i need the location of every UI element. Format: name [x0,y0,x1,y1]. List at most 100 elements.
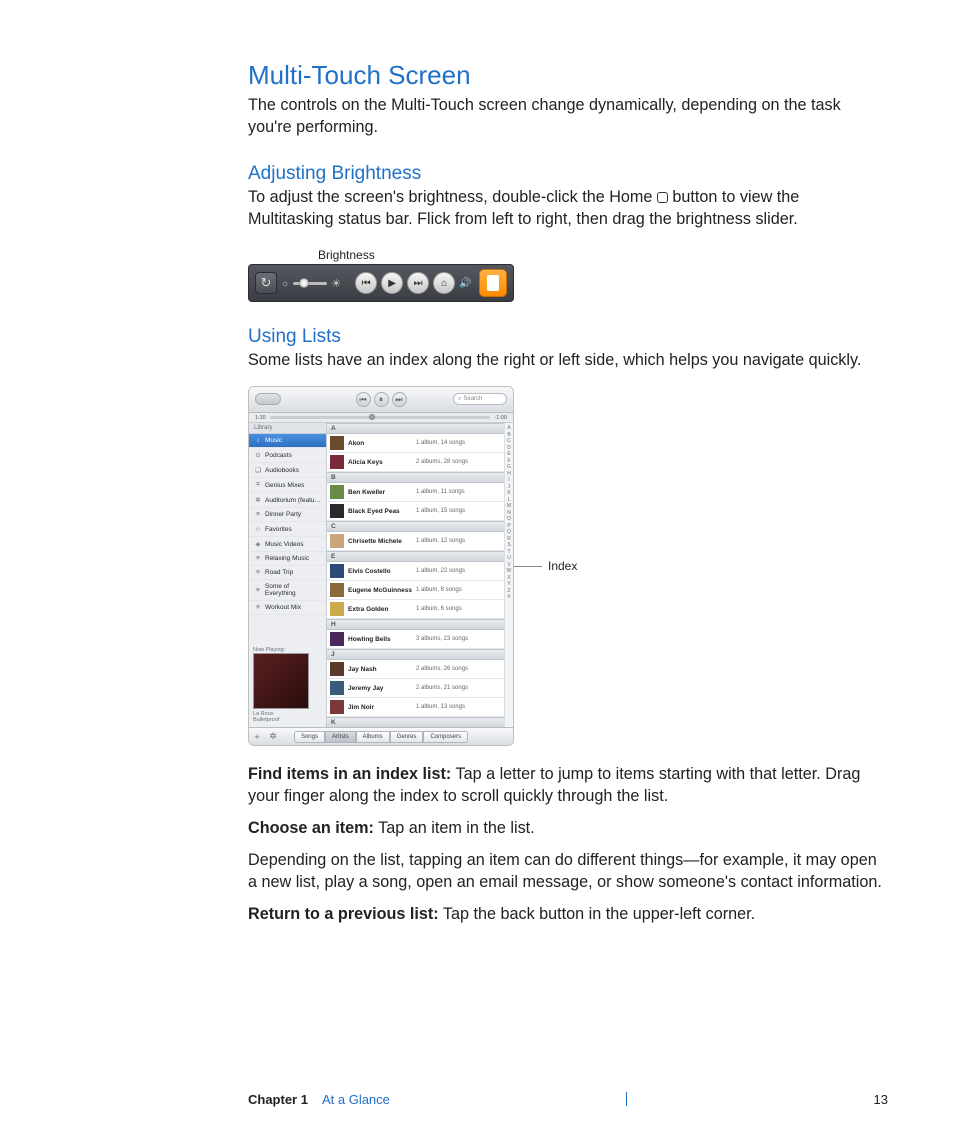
index-letter[interactable]: W [507,568,512,574]
list-row[interactable]: Alicia Keys2 albums, 28 songs [327,453,504,472]
brightness-slider[interactable] [293,282,327,285]
list-row[interactable]: Extra Golden1 album, 6 songs [327,600,504,619]
index-letter[interactable]: S [507,542,510,548]
index-letter[interactable]: J [508,484,511,490]
list-row[interactable]: Akon1 album, 14 songs [327,434,504,453]
sidebar-item[interactable]: ♪Music [249,434,326,448]
view-tab[interactable]: Albums [356,731,390,743]
brightness-body-pre: To adjust the screen's brightness, doubl… [248,188,657,206]
index-letter[interactable]: G [507,464,511,470]
index-letter[interactable]: A [507,425,510,431]
brightness-slider-thumb[interactable] [299,278,309,288]
sidebar-item[interactable]: ⊙Podcasts [249,448,326,463]
index-letter[interactable]: I [508,477,509,483]
scrubber-thumb[interactable] [369,414,375,420]
artist-meta: 2 albums, 26 songs [416,666,468,672]
list-row[interactable]: Jeremy Jay2 albums, 21 songs [327,679,504,698]
sidebar-item[interactable]: ≡Dinner Party [249,508,326,522]
sidebar-item[interactable]: ❏Audiobooks [249,463,326,478]
index-letter[interactable]: B [507,432,510,438]
multitasking-bar: ↻ ☼ ☀ ⏮ ▶ ⏭ ⌂ 🔊 [248,264,514,302]
play-button[interactable]: ▶ [381,272,403,294]
pause-button[interactable]: ⏸ [374,392,389,407]
index-letter[interactable]: Y [507,581,510,587]
instr-choose-label: Choose an item: [248,819,374,837]
index-letter[interactable]: K [507,490,510,496]
section-header: H [327,619,504,630]
sidebar-item[interactable]: ◈Music Videos [249,537,326,552]
scrubber[interactable]: 1:30 -1:00 [249,413,513,423]
list-row[interactable]: Jay Nash2 albums, 26 songs [327,660,504,679]
index-letter[interactable]: R [507,536,511,542]
rotation-lock-icon[interactable]: ↻ [255,272,277,294]
list-row[interactable]: Chrisette Michele1 album, 12 songs [327,532,504,551]
index-letter[interactable]: D [507,445,511,451]
index-letter[interactable]: U [507,555,511,561]
sidebar-item-icon: ❏ [254,466,262,474]
artist-meta: 1 album, 11 songs [416,489,465,495]
index-letter[interactable]: # [508,594,511,600]
view-tabs[interactable]: SongsArtistsAlbumsGenresComposers [281,731,481,743]
list-row[interactable]: Howling Bells3 albums, 23 songs [327,630,504,649]
list-row[interactable]: Ben Kweller1 album, 11 songs [327,483,504,502]
ipad-toolbar: ⏮ ⏸ ⏭ ⌕Search [249,387,513,413]
index-letter[interactable]: V [507,562,510,568]
sidebar-item[interactable]: ≡Workout Mix [249,601,326,615]
index-letter[interactable]: C [507,438,511,444]
index-letter[interactable]: T [507,549,510,555]
index-letter[interactable]: X [507,575,510,581]
ipad-list: AAkon1 album, 14 songsAlicia Keys2 album… [327,423,513,727]
sidebar-item[interactable]: ≡Some of Everything [249,580,326,601]
list-row[interactable]: Elvis Costello1 album, 22 songs [327,562,504,581]
artist-name: Extra Golden [348,606,412,613]
list-row[interactable]: Black Eyed Peas1 album, 15 songs [327,502,504,521]
view-tab[interactable]: Genres [390,731,424,743]
artist-meta: 1 album, 12 songs [416,538,465,544]
index-letter[interactable]: E [507,451,510,457]
volume-icon: 🔊 [459,278,471,289]
index-letter[interactable]: H [507,471,511,477]
sidebar-item-icon: ⊙ [254,451,262,459]
footer-chapter: Chapter 1 [248,1092,308,1107]
index-letter[interactable]: O [507,516,511,522]
now-playing[interactable]: Now Playing: La Roux Bulletproof [249,643,326,727]
sidebar-item[interactable]: ≡Relaxing Music [249,552,326,566]
artist-meta: 1 album, 15 songs [416,508,465,514]
add-button[interactable]: + [249,732,265,742]
search-field[interactable]: ⌕Search [453,393,507,405]
sidebar-item[interactable]: ≡Road Trip [249,566,326,580]
list-row[interactable]: Eugene McGuinness1 album, 8 songs [327,581,504,600]
index-strip[interactable]: ABCDEFGHIJKLMNOPQRSTUVWXYZ# [504,423,513,727]
artist-name: Jim Noir [348,704,412,711]
artist-meta: 2 albums, 28 songs [416,459,468,465]
next-button[interactable]: ⏭ [392,392,407,407]
volume-pill[interactable] [255,393,281,405]
genius-button[interactable]: ✲ [265,731,281,742]
sidebar-item[interactable]: ☆Favorites [249,522,326,537]
artist-name: Akon [348,440,412,447]
sidebar-item-icon: ≡ [254,604,262,611]
scrub-time-left: 1:30 [255,415,266,421]
view-tab[interactable]: Artists [325,731,356,743]
music-app-icon[interactable] [479,269,507,297]
sidebar-item[interactable]: ✲Auditorium (featu… [249,493,326,508]
index-letter[interactable]: L [508,497,511,503]
index-letter[interactable]: Z [507,588,510,594]
index-letter[interactable]: N [507,510,511,516]
index-letter[interactable]: F [507,458,510,464]
artist-meta: 2 albums, 21 songs [416,685,468,691]
list-row[interactable]: Jim Noir1 album, 13 songs [327,698,504,717]
index-letter[interactable]: P [507,523,510,529]
next-track-button[interactable]: ⏭ [407,272,429,294]
sidebar-item-icon: ≡ [254,555,262,562]
prev-track-button[interactable]: ⏮ [355,272,377,294]
view-tab[interactable]: Composers [423,731,468,743]
airplay-button[interactable]: ⌂ [433,272,455,294]
index-letter[interactable]: M [507,503,511,509]
search-placeholder: Search [463,396,482,402]
home-button-icon [657,192,668,203]
index-letter[interactable]: Q [507,529,511,535]
prev-button[interactable]: ⏮ [356,392,371,407]
view-tab[interactable]: Songs [294,731,325,743]
sidebar-item[interactable]: ⌗Genius Mixes [249,478,326,493]
